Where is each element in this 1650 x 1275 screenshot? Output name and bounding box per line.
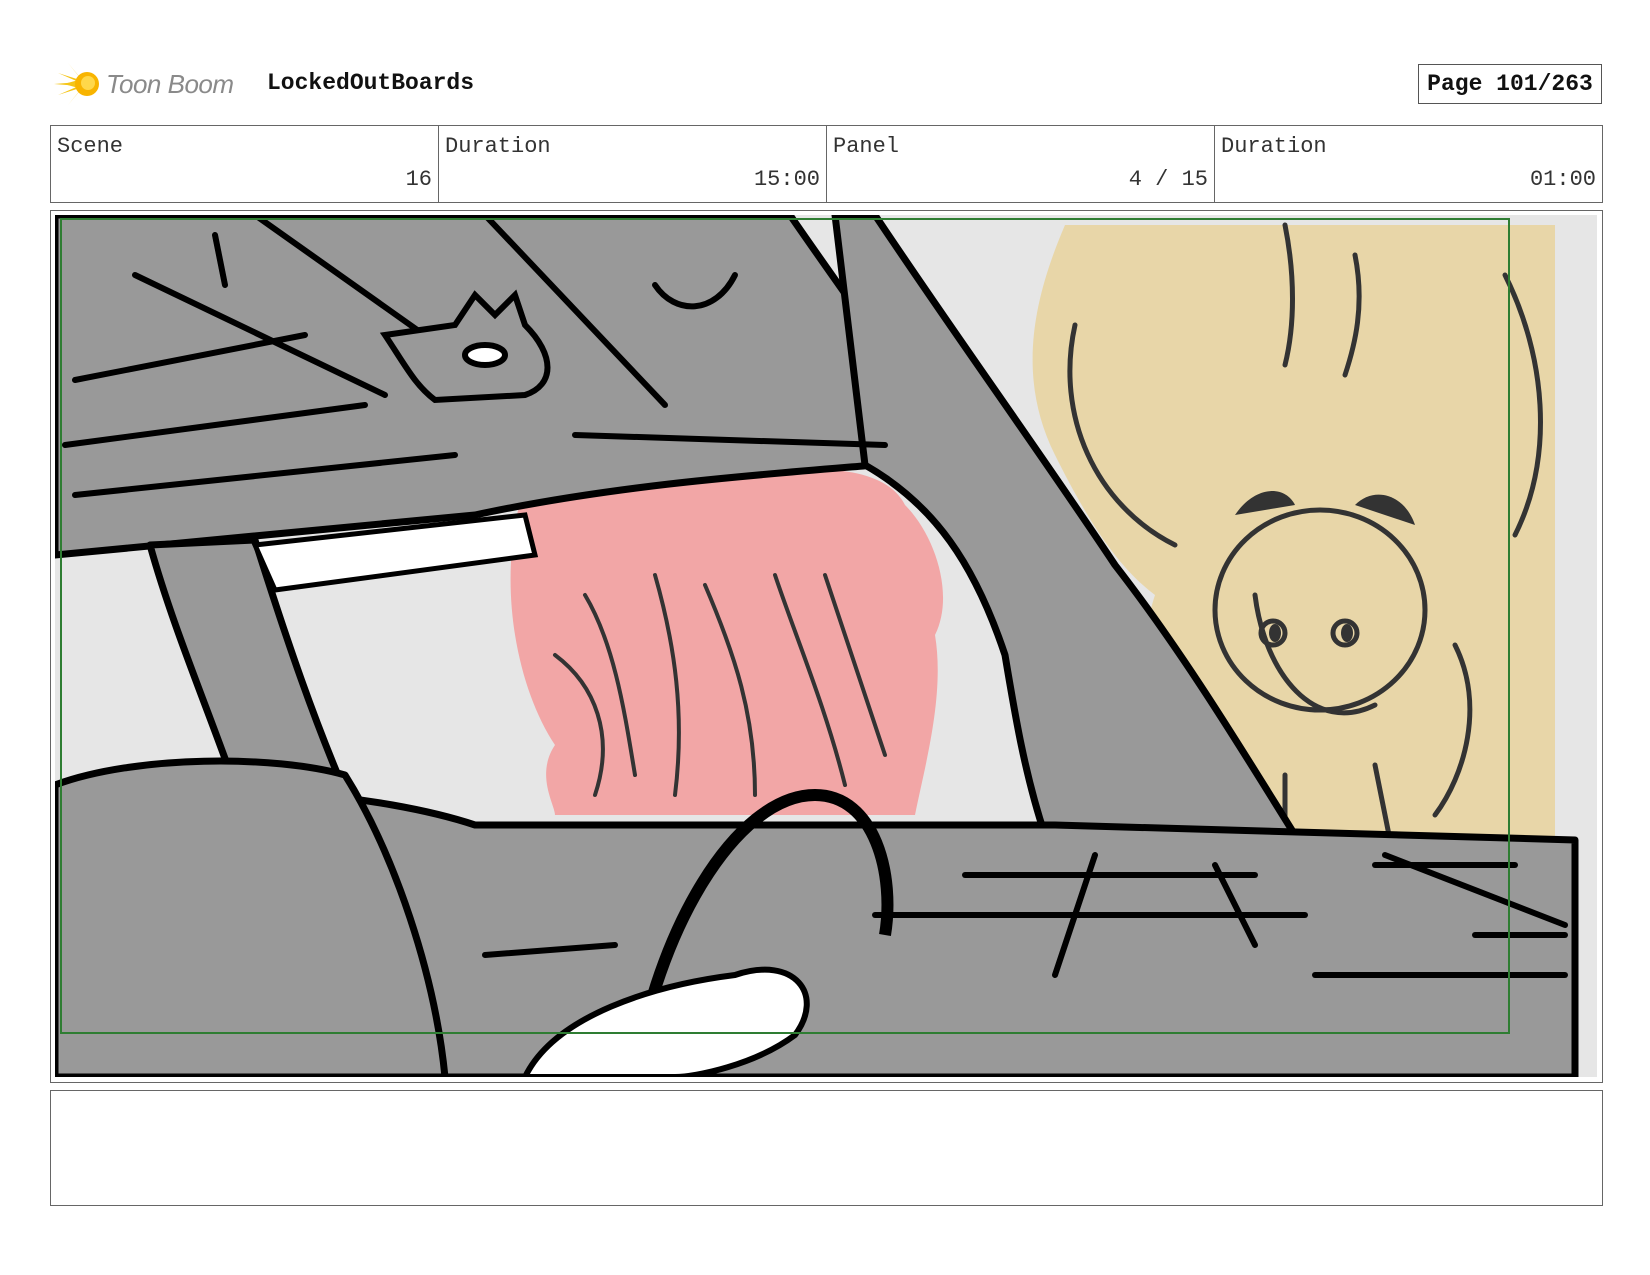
- pink-haired-character: [510, 468, 944, 815]
- brand-name: Toon Boom: [106, 68, 234, 99]
- panel-cell: Panel 4 / 15: [827, 126, 1215, 202]
- scene-value: 16: [405, 167, 432, 192]
- scene-duration-value: 15:00: [753, 167, 820, 192]
- starburst-icon: [54, 63, 99, 105]
- panel-duration-label: Duration: [1221, 134, 1327, 159]
- panel-duration-cell: Duration 01:00: [1215, 126, 1602, 202]
- scene-cell: Scene 16: [51, 126, 439, 202]
- toon-boom-logo: Toon Boom: [54, 58, 234, 110]
- panel-info-row: Scene 16 Duration 15:00 Panel 4 / 15 Dur…: [50, 125, 1603, 203]
- scene-label: Scene: [57, 134, 124, 159]
- panel-value: 4 / 15: [1128, 167, 1208, 192]
- panel-duration-value: 01:00: [1529, 167, 1596, 192]
- panel-notes: [50, 1090, 1603, 1206]
- storyboard-panel: [50, 210, 1603, 1083]
- panel-label: Panel: [833, 134, 900, 159]
- panel-drawing: [55, 215, 1597, 1077]
- scene-duration-cell: Duration 15:00: [439, 126, 827, 202]
- scene-duration-label: Duration: [445, 134, 551, 159]
- page-indicator: Page 101/263: [1418, 64, 1602, 104]
- project-title: LockedOutBoards: [267, 70, 475, 96]
